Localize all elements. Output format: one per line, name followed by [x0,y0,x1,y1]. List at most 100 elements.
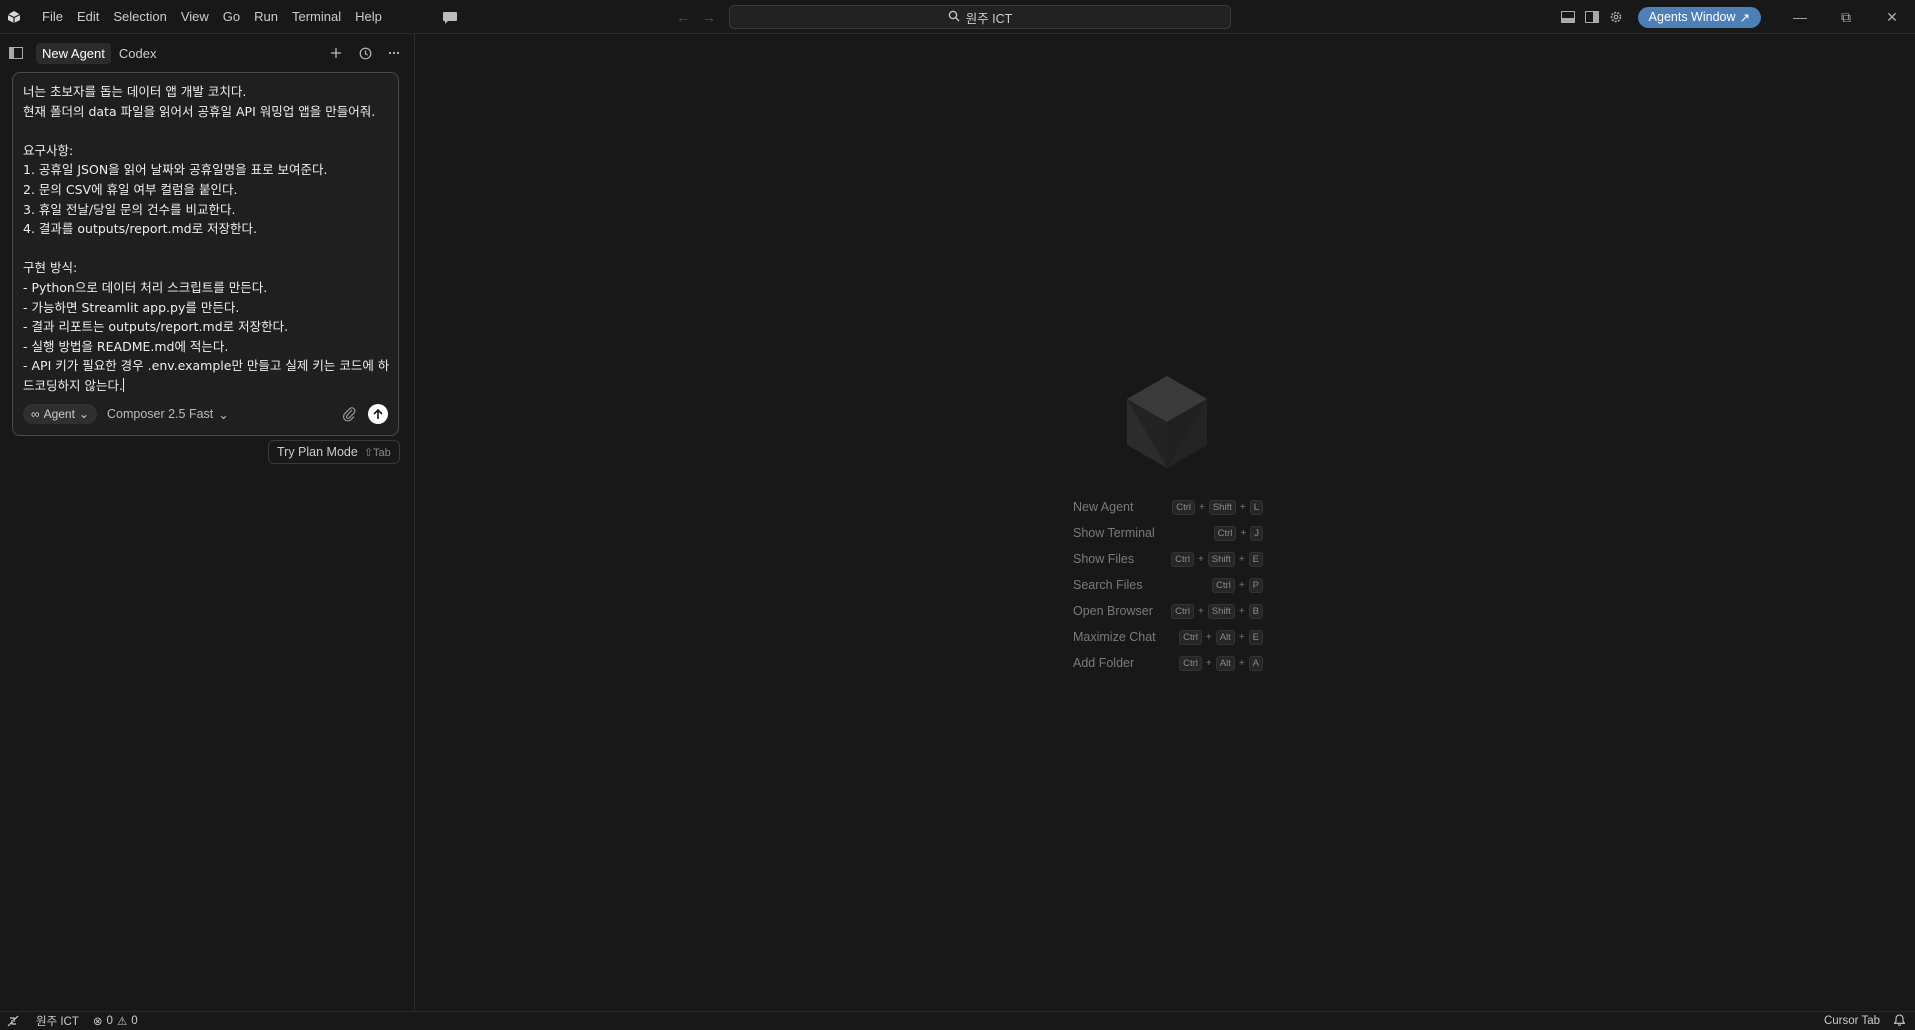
key: Shift [1209,500,1236,515]
try-plan-mode-button[interactable]: Try Plan Mode ⇧Tab [268,440,400,464]
shortcut-row: Show Files Ctrl+ Shift+ E [1073,546,1263,572]
menu-terminal[interactable]: Terminal [285,0,348,34]
status-bar-right: Cursor Tab [1824,1012,1905,1030]
cursor-cube-logo-icon [1127,376,1207,468]
shortcut-row: Maximize Chat Ctrl+ Alt+ E [1073,624,1263,650]
key: Ctrl [1214,526,1237,541]
restore-icon[interactable]: ⧉ [1823,0,1869,34]
shortcut-keys: Ctrl+ Alt+ E [1179,630,1263,645]
shortcut-keys: Ctrl+ P [1212,578,1263,593]
menu-view[interactable]: View [174,0,216,34]
status-bar: 원주 ICT ⊗ 0 ⚠ 0 Cursor Tab [0,1011,1915,1029]
plan-mode-shortcut: ⇧Tab [364,446,391,459]
forward-arrow-icon[interactable]: → [702,9,716,25]
text-caret [123,378,124,392]
model-label: Composer 2.5 Fast [107,407,213,421]
agent-panel-header: New Agent Codex [0,34,414,72]
key: Ctrl [1171,604,1194,619]
error-icon: ⊗ [93,1014,103,1028]
shortcut-keys: Ctrl+ Alt+ A [1179,656,1263,671]
agent-mode-dropdown[interactable]: ∞ Agent ⌄ [23,404,97,424]
back-arrow-icon[interactable]: ← [676,9,690,25]
shortcut-row: Show Terminal Ctrl+ J [1073,520,1263,546]
cursor-tab-status[interactable]: Cursor Tab [1824,1015,1880,1027]
agent-panel: New Agent Codex 너는 초보자를 돕는 데이터 앱 개발 코치다.… [0,34,415,1011]
key: Ctrl [1179,656,1202,671]
prompt-text: 너는 초보자를 돕는 데이터 앱 개발 코치다. 현재 폴더의 data 파일을… [23,84,389,393]
title-bar-controls: Agents Window ↗ — ⧉ ✕ [1560,0,1915,34]
panel-header-actions [328,45,402,61]
search-label: 원주 ICT [966,8,1013,27]
tab-codex[interactable]: Codex [113,43,163,64]
warning-count: 0 [131,1015,137,1027]
agents-window-button[interactable]: Agents Window ↗ [1638,7,1761,28]
plan-mode-label: Try Plan Mode [277,445,358,459]
key: Ctrl [1172,500,1195,515]
tab-new-agent[interactable]: New Agent [36,43,111,64]
shortcut-label: Add Folder [1073,656,1134,670]
sidebar-toggle-icon[interactable] [8,45,24,61]
agent-composer[interactable]: 너는 초보자를 돕는 데이터 앱 개발 코치다. 현재 폴더의 data 파일을… [12,72,399,436]
close-icon[interactable]: ✕ [1869,0,1915,34]
toggle-panel-icon[interactable] [1560,9,1576,25]
shortcut-keys: Ctrl+ Shift+ L [1172,500,1263,515]
status-workspace[interactable]: 원주 ICT [36,1013,79,1029]
toggle-secondary-sidebar-icon[interactable] [1584,9,1600,25]
key: P [1249,578,1263,593]
chevron-down-icon: ⌄ [79,407,89,421]
editor-area: New Agent Ctrl+ Shift+ L Show Terminal C… [416,34,1915,1011]
search-icon [948,10,960,25]
menu-file[interactable]: File [35,0,70,34]
key: E [1249,552,1263,567]
infinity-icon: ∞ [31,407,40,421]
plus-icon[interactable] [328,45,344,61]
history-icon[interactable] [357,45,373,61]
menu-run[interactable]: Run [247,0,285,34]
key: Ctrl [1179,630,1202,645]
shortcut-row: Search Files Ctrl+ P [1073,572,1263,598]
model-selector[interactable]: Composer 2.5 Fast ⌄ [107,407,229,422]
menu-go[interactable]: Go [216,0,247,34]
remote-connection-icon[interactable] [6,1014,20,1028]
key: A [1249,656,1263,671]
agent-mode-label: Agent [44,407,75,421]
key: J [1250,526,1263,541]
menu-selection[interactable]: Selection [106,0,173,34]
prompt-input[interactable]: 너는 초보자를 돕는 데이터 앱 개발 코치다. 현재 폴더의 data 파일을… [23,82,395,396]
shortcut-label: Maximize Chat [1073,630,1156,644]
shortcut-label: New Agent [1073,500,1133,514]
shortcut-label: Show Files [1073,552,1134,566]
shortcut-label: Show Terminal [1073,526,1155,540]
cursor-logo-icon [7,10,21,24]
shortcut-list: New Agent Ctrl+ Shift+ L Show Terminal C… [1073,494,1263,676]
external-arrow-icon: ↗ [1740,10,1750,25]
paperclip-icon[interactable] [340,405,358,423]
arrow-up-icon [373,409,383,420]
bell-icon[interactable] [1894,1014,1905,1029]
shortcut-label: Search Files [1073,578,1142,592]
menu-edit[interactable]: Edit [70,0,106,34]
problems-indicator[interactable]: ⊗ 0 ⚠ 0 [93,1014,138,1028]
key: B [1249,604,1263,619]
shortcut-row: New Agent Ctrl+ Shift+ L [1073,494,1263,520]
key: E [1249,630,1263,645]
shortcut-keys: Ctrl+ Shift+ E [1171,552,1263,567]
shortcut-keys: Ctrl+ J [1214,526,1263,541]
key: Ctrl [1212,578,1235,593]
command-center-search[interactable]: 원주 ICT [729,5,1231,29]
shortcut-label: Open Browser [1073,604,1153,618]
send-button[interactable] [368,404,388,424]
navigation-arrows: ← → [676,9,716,25]
menu-help[interactable]: Help [348,0,389,34]
chat-bubble-icon[interactable] [441,8,459,26]
more-options-icon[interactable] [386,45,402,61]
shortcut-row: Open Browser Ctrl+ Shift+ B [1073,598,1263,624]
shortcut-keys: Ctrl+ Shift+ B [1171,604,1263,619]
key: L [1250,500,1263,515]
key: Shift [1208,604,1235,619]
minimize-icon[interactable]: — [1777,0,1823,34]
settings-gear-icon[interactable] [1608,9,1624,25]
warning-icon: ⚠ [117,1014,127,1028]
title-bar: File Edit Selection View Go Run Terminal… [0,0,1915,34]
key: Alt [1216,630,1235,645]
